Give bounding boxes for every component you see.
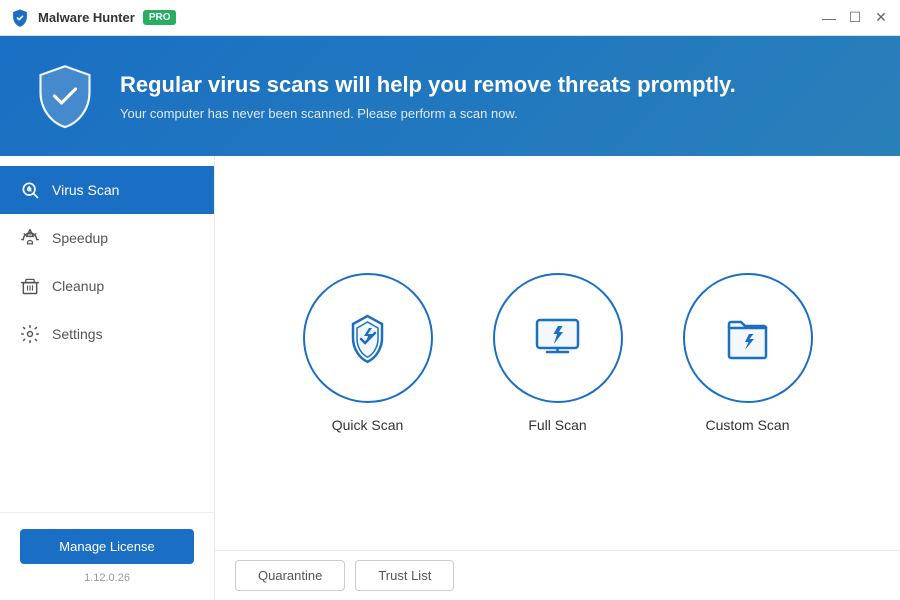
app-logo-icon — [10, 8, 30, 28]
pro-badge: PRO — [143, 10, 177, 25]
content-area: Quick Scan Full Scan — [215, 156, 900, 600]
settings-icon — [20, 324, 40, 344]
minimize-button[interactable]: — — [820, 9, 838, 27]
sidebar-item-label: Speedup — [52, 230, 108, 246]
virus-scan-icon — [20, 180, 40, 200]
full-scan-circle — [493, 273, 623, 403]
sidebar-item-speedup[interactable]: Speedup — [0, 214, 214, 262]
quick-scan-icon — [335, 306, 400, 371]
sidebar-footer: Manage License 1.12.0.26 — [0, 512, 214, 600]
custom-scan-circle — [683, 273, 813, 403]
scan-options: Quick Scan Full Scan — [215, 156, 900, 550]
header-subtext: Your computer has never been scanned. Pl… — [120, 106, 736, 121]
quick-scan-circle — [303, 273, 433, 403]
header-shield-icon — [30, 61, 100, 131]
title-bar-controls: — ☐ ✕ — [820, 9, 890, 27]
header-text: Regular virus scans will help you remove… — [120, 72, 736, 121]
manage-license-button[interactable]: Manage License — [20, 529, 194, 564]
cleanup-icon — [20, 276, 40, 296]
sidebar-item-settings[interactable]: Settings — [0, 310, 214, 358]
title-bar: Malware Hunter PRO — ☐ ✕ — [0, 0, 900, 36]
full-scan-option[interactable]: Full Scan — [493, 273, 623, 433]
sidebar-item-cleanup[interactable]: Cleanup — [0, 262, 214, 310]
header-headline: Regular virus scans will help you remove… — [120, 72, 736, 98]
full-scan-icon — [525, 306, 590, 371]
sidebar-nav: Virus Scan Speedup — [0, 156, 214, 512]
quarantine-button[interactable]: Quarantine — [235, 560, 345, 591]
custom-scan-icon — [715, 306, 780, 371]
header-banner: Regular virus scans will help you remove… — [0, 36, 900, 156]
content-footer: Quarantine Trust List — [215, 550, 900, 600]
custom-scan-option[interactable]: Custom Scan — [683, 273, 813, 433]
version-label: 1.12.0.26 — [84, 572, 130, 584]
custom-scan-label: Custom Scan — [705, 417, 789, 433]
title-bar-left: Malware Hunter PRO — [10, 8, 176, 28]
trust-list-button[interactable]: Trust List — [355, 560, 454, 591]
sidebar-item-label: Settings — [52, 326, 103, 342]
sidebar: Virus Scan Speedup — [0, 156, 215, 600]
speedup-icon — [20, 228, 40, 248]
maximize-button[interactable]: ☐ — [846, 9, 864, 27]
sidebar-item-virus-scan[interactable]: Virus Scan — [0, 166, 214, 214]
quick-scan-label: Quick Scan — [332, 417, 404, 433]
main-area: Virus Scan Speedup — [0, 156, 900, 600]
sidebar-item-label: Cleanup — [52, 278, 104, 294]
quick-scan-option[interactable]: Quick Scan — [303, 273, 433, 433]
app-title: Malware Hunter — [38, 10, 135, 25]
close-button[interactable]: ✕ — [872, 9, 890, 27]
full-scan-label: Full Scan — [528, 417, 586, 433]
sidebar-item-label: Virus Scan — [52, 182, 119, 198]
